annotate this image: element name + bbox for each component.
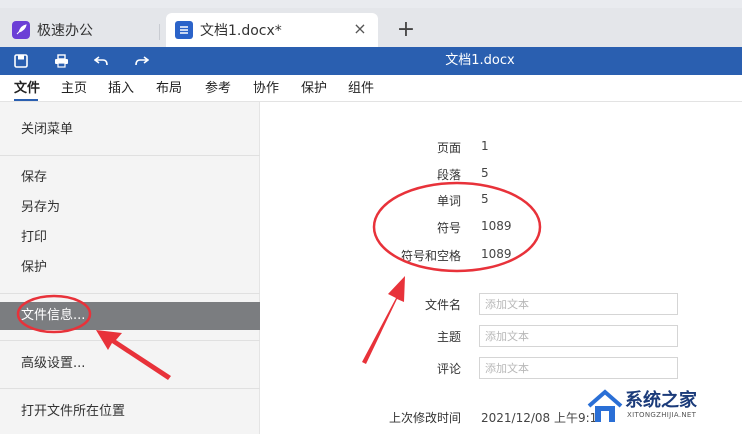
save-item[interactable]: 保存 — [0, 164, 260, 192]
watermark-title: 系统之家 — [625, 390, 697, 411]
tab-home[interactable]: 极速办公 — [6, 13, 156, 47]
menu-insert[interactable]: 插入 — [108, 75, 134, 102]
filename-label: 文件名 — [424, 298, 461, 312]
redo-icon[interactable] — [132, 52, 150, 70]
menu-home[interactable]: 主页 — [61, 75, 87, 102]
print-icon[interactable] — [52, 52, 70, 70]
house-logo-icon — [587, 389, 623, 422]
menu-layout[interactable]: 布局 — [156, 75, 182, 102]
stat-pages-value: 1 — [481, 139, 489, 153]
comment-input[interactable] — [479, 357, 678, 379]
menu-plugins[interactable]: 组件 — [348, 75, 374, 102]
stat-paragraphs-label: 段落 — [436, 168, 461, 182]
print-item[interactable]: 打印 — [0, 224, 260, 252]
save-as-item[interactable]: 另存为 — [0, 194, 260, 222]
active-menu-indicator — [14, 99, 38, 101]
stat-symbols-label: 符号 — [436, 221, 461, 235]
close-menu-item[interactable]: 关闭菜单 — [0, 116, 260, 144]
site-watermark: 系统之家 XITONGZHIJIA.NET — [585, 384, 739, 430]
document-icon — [175, 21, 193, 39]
file-info-item[interactable]: 文件信息... — [0, 302, 260, 330]
divider — [0, 155, 260, 156]
window-top-strip — [0, 0, 742, 8]
undo-icon[interactable] — [92, 52, 110, 70]
watermark-subtitle: XITONGZHIJIA.NET — [627, 411, 697, 419]
menu-file[interactable]: 文件 — [14, 75, 40, 102]
menu-bar: 文件 主页 插入 布局 参考 协作 保护 组件 — [0, 75, 742, 102]
close-tab-icon[interactable]: × — [352, 21, 368, 37]
tab-home-label: 极速办公 — [37, 23, 93, 39]
menu-collaborate[interactable]: 协作 — [253, 75, 279, 102]
divider — [0, 388, 260, 389]
protect-item[interactable]: 保护 — [0, 254, 260, 282]
stat-words-value: 5 — [481, 192, 489, 206]
stat-symbols-spaces-label: 符号和空格 — [400, 249, 461, 263]
quick-toolbar: 文档1.docx — [0, 47, 742, 75]
stat-symbols-value: 1089 — [481, 219, 512, 233]
tab-document-label: 文档1.docx* — [200, 23, 282, 39]
divider — [0, 293, 260, 294]
open-location-item[interactable]: 打开文件所在位置 — [0, 398, 260, 426]
stat-paragraphs-value: 5 — [481, 166, 489, 180]
divider — [0, 340, 260, 341]
stat-words-label: 单词 — [436, 194, 461, 208]
menu-references[interactable]: 参考 — [205, 75, 231, 102]
save-icon[interactable] — [12, 52, 30, 70]
advanced-settings-item[interactable]: 高级设置... — [0, 350, 260, 378]
tab-document[interactable]: 文档1.docx* × — [166, 13, 378, 47]
tab-bar: 极速办公 文档1.docx* × + — [0, 8, 742, 47]
subject-label: 主题 — [436, 330, 461, 344]
comment-label: 评论 — [436, 362, 461, 376]
stat-symbols-spaces-value: 1089 — [481, 247, 512, 261]
document-title: 文档1.docx — [445, 53, 515, 68]
tab-separator — [159, 24, 160, 40]
menu-protect[interactable]: 保护 — [301, 75, 327, 102]
rocket-logo-icon — [12, 21, 30, 39]
filename-input[interactable] — [479, 293, 678, 315]
last-modified-label: 上次修改时间 — [388, 411, 461, 425]
new-tab-button[interactable]: + — [396, 19, 416, 41]
app-window: 极速办公 文档1.docx* × + 文档1.docx 文件 主页 插入 布局 … — [0, 0, 742, 434]
subject-input[interactable] — [479, 325, 678, 347]
file-menu-panel: 关闭菜单 保存 另存为 打印 保护 文件信息... 高级设置... 打开文件所在… — [0, 102, 260, 434]
stat-pages-label: 页面 — [436, 141, 461, 155]
